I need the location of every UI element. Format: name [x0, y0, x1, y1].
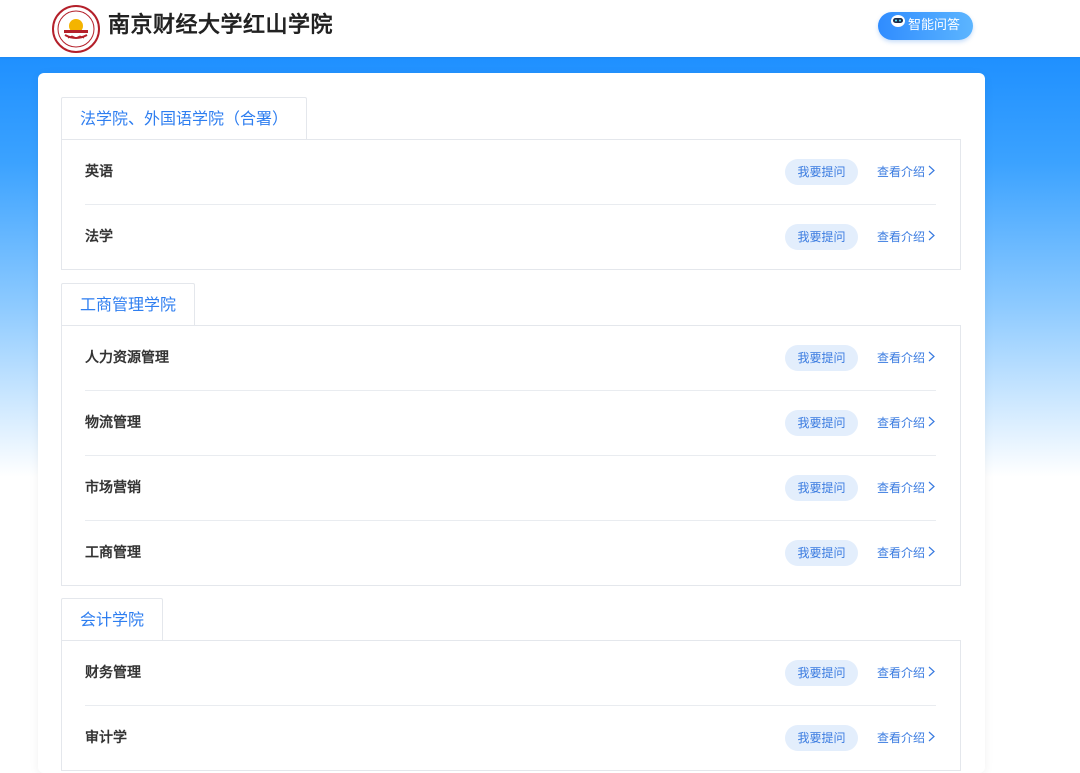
major-row: 工商管理 我要提问 查看介绍: [85, 521, 936, 585]
view-intro-label: 查看介绍: [877, 546, 926, 560]
major-name: 英语: [85, 164, 113, 180]
major-list: 财务管理 我要提问 查看介绍 审计学 我要提问 查看介绍: [61, 640, 961, 771]
chevron-right-icon: [928, 725, 935, 751]
view-intro-label: 查看介绍: [877, 731, 926, 745]
view-intro-link[interactable]: 查看介绍: [877, 410, 935, 436]
major-name: 财务管理: [85, 665, 141, 681]
view-intro-link[interactable]: 查看介绍: [877, 540, 935, 566]
chevron-right-icon: [928, 475, 935, 501]
ai-qa-label: 智能问答: [908, 18, 961, 33]
view-intro-link[interactable]: 查看介绍: [877, 660, 935, 686]
ask-question-button[interactable]: 我要提问: [785, 159, 858, 185]
view-intro-link[interactable]: 查看介绍: [877, 224, 935, 250]
view-intro-label: 查看介绍: [877, 481, 926, 495]
school-emblem-icon[interactable]: [52, 5, 100, 53]
view-intro-label: 查看介绍: [877, 230, 926, 244]
major-name: 法学: [85, 229, 113, 245]
view-intro-label: 查看介绍: [877, 351, 926, 365]
view-intro-link[interactable]: 查看介绍: [877, 345, 935, 371]
view-intro-label: 查看介绍: [877, 165, 926, 179]
ask-question-button[interactable]: 我要提问: [785, 475, 858, 501]
major-list: 英语 我要提问 查看介绍 法学 我要提问 查看介绍: [61, 139, 961, 270]
major-name: 审计学: [85, 730, 127, 746]
ask-question-button[interactable]: 我要提问: [785, 725, 858, 751]
major-list: 人力资源管理 我要提问 查看介绍 物流管理 我要提问 查看介绍 市场营销 我要提…: [61, 325, 961, 586]
major-name: 市场营销: [85, 480, 141, 496]
chevron-right-icon: [928, 660, 935, 686]
top-header: 南京财经大学红山学院 智能问答: [0, 0, 1080, 57]
major-row: 市场营销 我要提问 查看介绍: [85, 456, 936, 521]
ask-question-button[interactable]: 我要提问: [785, 540, 858, 566]
majors-card: 法学院、外国语学院（合署） 英语 我要提问 查看介绍 法学 我要提问 查看介绍 …: [38, 73, 985, 773]
chevron-right-icon: [928, 224, 935, 250]
college-tab[interactable]: 法学院、外国语学院（合署）: [61, 97, 308, 139]
view-intro-label: 查看介绍: [877, 666, 926, 680]
chevron-right-icon: [928, 410, 935, 436]
ask-question-button[interactable]: 我要提问: [785, 410, 858, 436]
major-row: 英语 我要提问 查看介绍: [85, 140, 936, 205]
chevron-right-icon: [928, 159, 935, 185]
major-row: 法学 我要提问 查看介绍: [85, 205, 936, 269]
chevron-right-icon: [928, 540, 935, 566]
chevron-right-icon: [928, 345, 935, 371]
major-row: 审计学 我要提问 查看介绍: [85, 706, 936, 770]
view-intro-link[interactable]: 查看介绍: [877, 725, 935, 751]
major-row: 人力资源管理 我要提问 查看介绍: [85, 326, 936, 391]
major-name: 人力资源管理: [85, 350, 169, 366]
major-row: 财务管理 我要提问 查看介绍: [85, 641, 936, 706]
college-tab[interactable]: 会计学院: [61, 598, 164, 640]
ai-qa-button[interactable]: 智能问答: [878, 12, 973, 40]
major-name: 物流管理: [85, 415, 141, 431]
view-intro-link[interactable]: 查看介绍: [877, 159, 935, 185]
school-name: 南京财经大学红山学院: [108, 13, 334, 38]
view-intro-label: 查看介绍: [877, 416, 926, 430]
ask-question-button[interactable]: 我要提问: [785, 660, 858, 686]
ask-question-button[interactable]: 我要提问: [785, 345, 858, 371]
major-row: 物流管理 我要提问 查看介绍: [85, 391, 936, 456]
view-intro-link[interactable]: 查看介绍: [877, 475, 935, 501]
college-tab[interactable]: 工商管理学院: [61, 283, 196, 325]
robot-icon: [890, 11, 906, 39]
ask-question-button[interactable]: 我要提问: [785, 224, 858, 250]
major-name: 工商管理: [85, 545, 141, 561]
